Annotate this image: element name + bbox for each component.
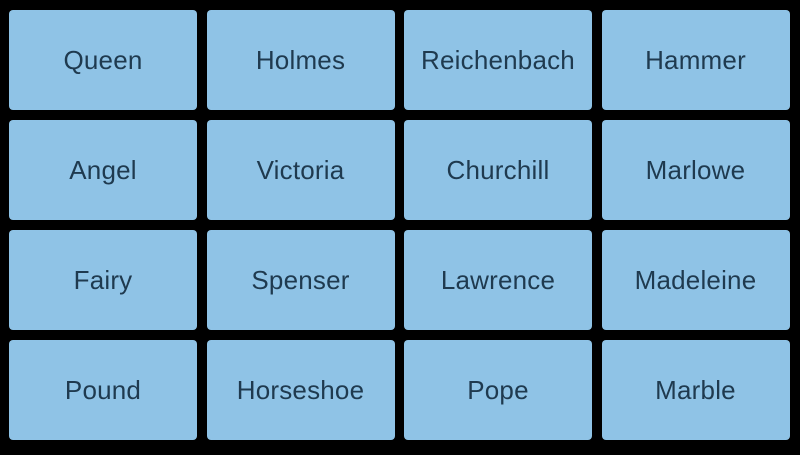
tile-reichenbach[interactable]: Reichenbach <box>404 10 592 110</box>
tile-label: Fairy <box>73 264 133 295</box>
tile-marble[interactable]: Marble <box>601 340 790 440</box>
tile-label: Victoria <box>256 154 345 185</box>
tile-label: Marlowe <box>645 154 746 185</box>
tile-label: Marble <box>655 374 736 405</box>
tile-holmes[interactable]: Holmes <box>206 10 395 110</box>
tile-queen[interactable]: Queen <box>9 10 197 110</box>
tile-victoria[interactable]: Victoria <box>206 120 395 220</box>
tile-label: Madeleine <box>634 264 757 295</box>
tile-horseshoe[interactable]: Horseshoe <box>206 340 395 440</box>
tile-label: Hammer <box>645 44 746 75</box>
tile-grid: Queen Holmes Reichenbach Hammer Angel Vi… <box>9 10 790 440</box>
tile-pope[interactable]: Pope <box>404 340 592 440</box>
tile-hammer[interactable]: Hammer <box>601 10 790 110</box>
tile-label: Angel <box>69 154 137 185</box>
tile-label: Reichenbach <box>421 44 575 75</box>
tile-madeleine[interactable]: Madeleine <box>601 230 790 330</box>
tile-label: Queen <box>63 44 143 75</box>
tile-marlowe[interactable]: Marlowe <box>601 120 790 220</box>
game-board: Queen Holmes Reichenbach Hammer Angel Vi… <box>0 0 800 455</box>
tile-lawrence[interactable]: Lawrence <box>404 230 592 330</box>
tile-churchill[interactable]: Churchill <box>404 120 592 220</box>
tile-label: Spenser <box>251 264 350 295</box>
tile-label: Lawrence <box>440 264 556 295</box>
tile-label: Horseshoe <box>236 374 365 405</box>
tile-label: Holmes <box>255 44 346 75</box>
tile-label: Pound <box>64 374 142 405</box>
tile-label: Churchill <box>446 154 550 185</box>
tile-spenser[interactable]: Spenser <box>206 230 395 330</box>
tile-fairy[interactable]: Fairy <box>9 230 197 330</box>
tile-label: Pope <box>467 374 529 405</box>
tile-angel[interactable]: Angel <box>9 120 197 220</box>
tile-pound[interactable]: Pound <box>9 340 197 440</box>
